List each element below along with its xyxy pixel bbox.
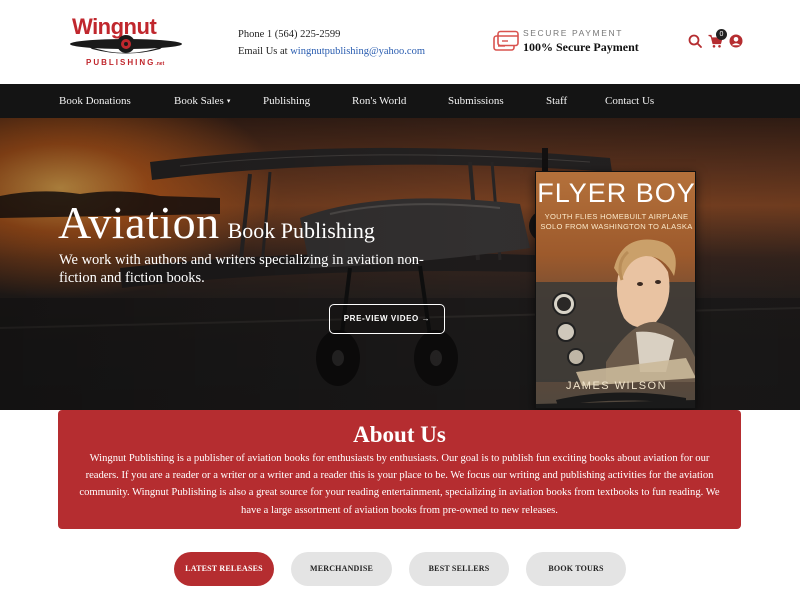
email-link[interactable]: wingnutpublishing@yahoo.com [290,46,425,57]
chevron-down-icon: ▾ [226,97,231,105]
main-nav: Book Donations Book Sales ▾ Publishing Ro… [0,84,800,118]
propeller-plane-icon [70,35,182,54]
nav-item-rons-world[interactable]: Ron's World [352,84,406,118]
hero-title-main: Aviation [58,197,220,248]
featured-book-cover[interactable]: FLYER BOY YOUTH FLIES HOMEBUILT AIRPLANE… [535,171,696,409]
secure-payment-title: 100% Secure Payment [523,40,639,54]
credit-card-icon [493,30,519,51]
header-icons: 0 [686,29,746,50]
hero-banner: Aviation Book Publishing We work with aut… [0,118,800,410]
about-us-section: About Us Wingnut Publishing is a publish… [58,410,741,529]
nav-item-publishing[interactable]: Publishing [263,84,310,118]
book-title: FLYER BOY [537,178,696,208]
tab-merchandise[interactable]: MERCHANDISE [291,552,392,586]
book-subtitle: YOUTH FLIES HOMEBUILT AIRPLANE SOLO FROM … [540,212,693,231]
book-author: JAMES WILSON [565,380,668,392]
nav-item-staff[interactable]: Staff [546,84,567,118]
nav-item-book-sales[interactable]: Book Sales ▾ [174,84,230,118]
tab-latest-releases[interactable]: LATEST RELEASES [174,552,274,586]
secure-payment-caption: SECURE PAYMENT [523,28,624,38]
email-line: Email Us at wingnutpublishing@yahoo.com [238,46,425,57]
user-icon[interactable] [729,34,743,48]
tab-book-tours[interactable]: BOOK TOURS [526,552,626,586]
about-us-title: About Us [353,422,446,447]
hero-description: We work with authors and writers special… [59,252,424,286]
nav-item-submissions[interactable]: Submissions [448,84,504,118]
hero-title-sub: Book Publishing [227,218,375,243]
hero-title: Aviation Book Publishing [58,196,375,249]
nav-item-book-donations[interactable]: Book Donations [59,84,131,118]
about-us-text: Wingnut Publishing is a publisher of avi… [79,453,720,516]
nav-item-contact-us[interactable]: Contact Us [605,84,654,118]
tab-best-sellers[interactable]: BEST SELLERS [409,552,509,586]
cart-count-badge: 0 [716,29,727,40]
contact-info: Phone 1 (564) 225-2599 Email Us at wingn… [238,26,425,60]
site-logo[interactable]: Wingnut PUBLISHING.net [68,14,184,72]
site-header: Wingnut PUBLISHING.net Phone 1 (564) 225… [0,0,800,84]
phone-number: Phone 1 (564) 225-2599 [238,29,341,40]
search-icon[interactable] [688,34,702,48]
preview-video-button[interactable]: PRE-VIEW VIDEO → [329,304,445,334]
logo-subtitle: PUBLISHING.net [86,58,165,67]
